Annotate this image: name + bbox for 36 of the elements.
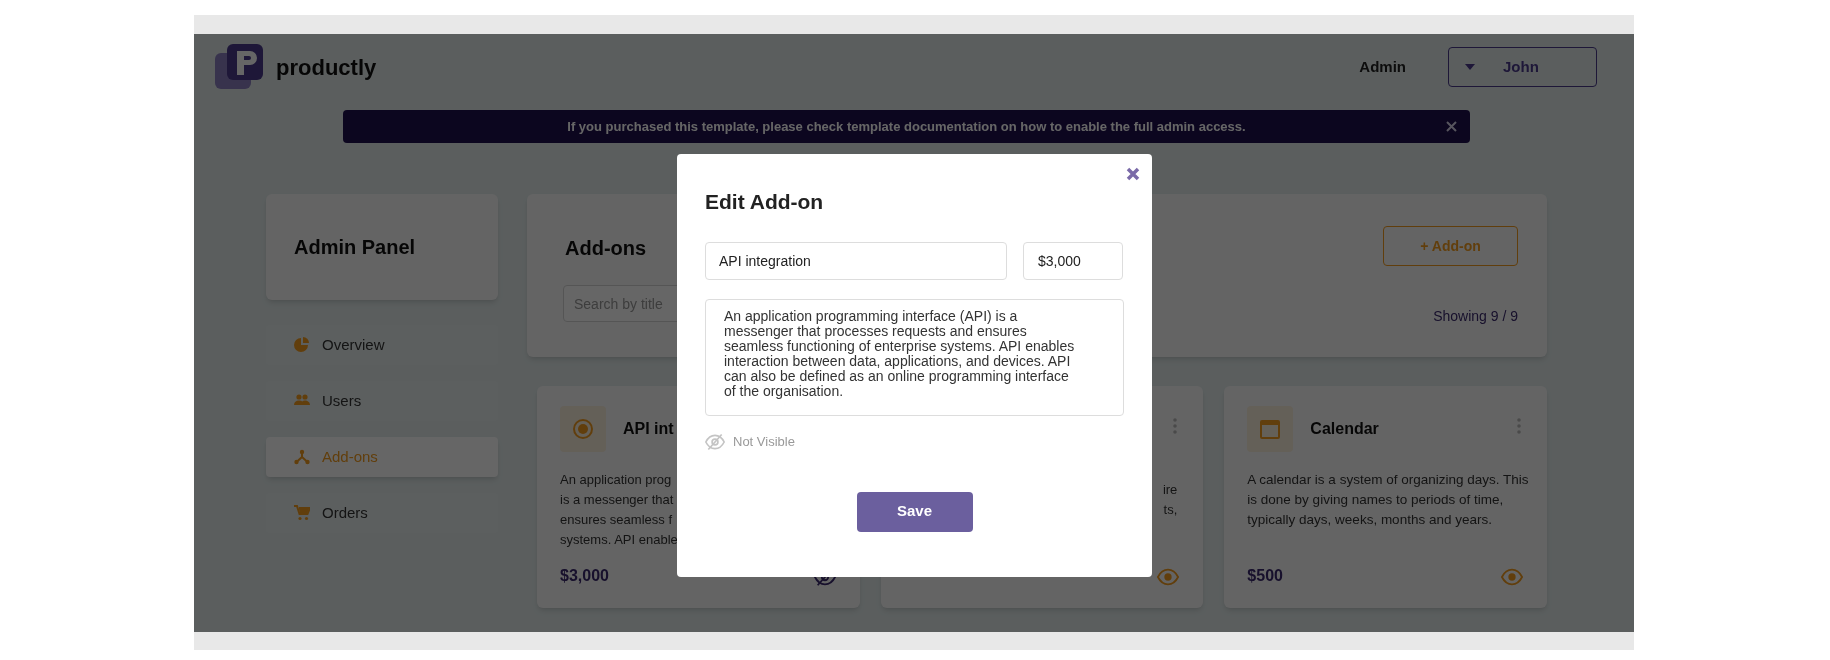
card-price: $3,000 xyxy=(560,566,609,586)
cart-icon xyxy=(294,505,310,521)
calendar-icon xyxy=(1258,417,1283,441)
nodes-icon xyxy=(294,449,310,465)
visibility-label: Not Visible xyxy=(733,432,795,451)
card-title: API int xyxy=(623,419,674,439)
eye-icon[interactable] xyxy=(1157,566,1180,588)
eye-icon[interactable] xyxy=(1501,566,1523,588)
card-text: systems. API enable xyxy=(560,531,678,549)
card-text: is a messenger that xyxy=(560,491,674,509)
card-price: $500 xyxy=(1247,566,1283,586)
card-title: Calendar xyxy=(1310,419,1379,439)
description-field[interactable] xyxy=(705,298,1124,416)
card-text: ire xyxy=(1162,481,1178,499)
notice-text: If you purchased this template, please check template documentation on how to enable the full admin access. xyxy=(567,117,1246,136)
card-text: ts, xyxy=(1163,501,1178,519)
close-icon[interactable] xyxy=(1126,167,1140,181)
panel-title: Admin Panel xyxy=(294,235,416,260)
user-menu-button[interactable]: John xyxy=(1448,47,1597,87)
target-icon xyxy=(571,417,595,441)
caret-icon xyxy=(1465,64,1475,70)
card-description: A calendar is a system of organizing days. This is done by giving names to periods of time, typically days, weeks, months and years. xyxy=(1247,471,1530,529)
price-field[interactable]: $3,000 xyxy=(1023,241,1123,280)
card-text: ensures seamless f xyxy=(560,511,672,529)
dialog-title: Edit Add-on xyxy=(705,189,825,215)
name-field[interactable]: API integration xyxy=(705,241,1007,280)
add-addon-button[interactable]: + Add-on xyxy=(1383,226,1518,266)
pie-chart-icon xyxy=(294,337,310,353)
result-count: Showing 9 / 9 xyxy=(1433,307,1518,326)
card-text: An application prog xyxy=(560,471,672,489)
logo-text: productly xyxy=(276,53,377,82)
user-role: Admin xyxy=(1359,56,1406,77)
save-button[interactable]: Save xyxy=(856,491,973,532)
more-icon[interactable] xyxy=(1173,418,1178,434)
section-title: Add-ons xyxy=(565,236,647,261)
nav-item[interactable]: Add-ons xyxy=(266,437,498,477)
